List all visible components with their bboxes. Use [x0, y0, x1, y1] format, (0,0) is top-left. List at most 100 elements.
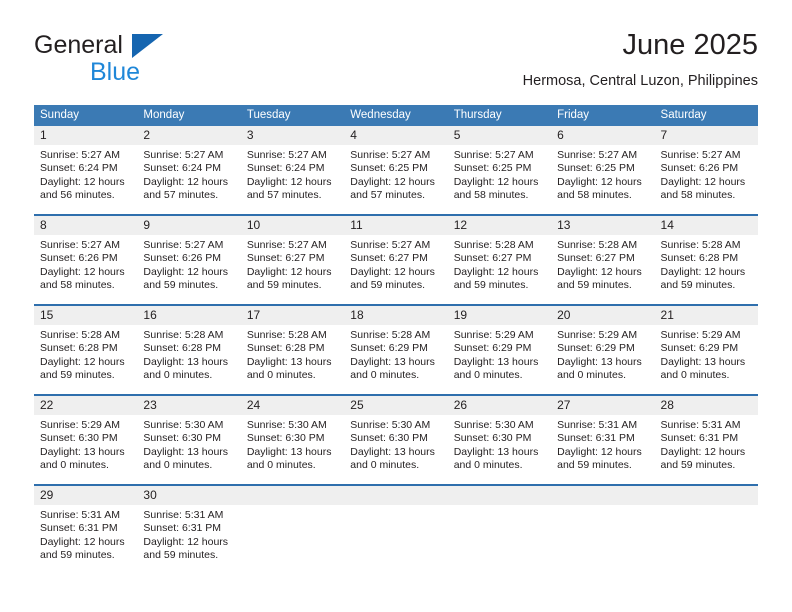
calendar-day-cell[interactable]: 10 Sunrise: 5:27 AM Sunset: 6:27 PM Dayligh…: [240, 214, 345, 305]
daylight-text-line2: and 59 minutes.: [557, 279, 632, 292]
calendar-week-row: 15 Sunrise: 5:28 AM Sunset: 6:28 PM Dayligh…: [34, 304, 758, 395]
calendar-day-cell[interactable]: 7 Sunrise: 5:27 AM Sunset: 6:26 PM Daylight…: [654, 126, 758, 215]
day-number: 19: [447, 306, 552, 325]
calendar-day-cell[interactable]: 13 Sunrise: 5:28 AM Sunset: 6:27 PM Dayligh…: [551, 214, 655, 305]
calendar-day-cell[interactable]: 15 Sunrise: 5:28 AM Sunset: 6:28 PM Dayligh…: [34, 304, 138, 395]
calendar-day-cell[interactable]: 9 Sunrise: 5:27 AM Sunset: 6:26 PM Daylight…: [137, 214, 241, 305]
sunset-text: Sunset: 6:24 PM: [246, 162, 325, 175]
sunrise-text: Sunrise: 5:28 AM: [246, 329, 327, 341]
calendar-day-cell[interactable]: 4 Sunrise: 5:27 AM Sunset: 6:25 PM Daylight…: [344, 126, 448, 215]
calendar-day-cell[interactable]: 21 Sunrise: 5:29 AM Sunset: 6:29 PM Dayligh…: [654, 304, 758, 395]
daylight-text-line1: Daylight: 13 hours: [143, 355, 229, 368]
sunset-text: Sunset: 6:29 PM: [557, 342, 635, 355]
sunset-text: Sunset: 6:30 PM: [350, 432, 428, 445]
calendar-day-cell[interactable]: 25 Sunrise: 5:30 AM Sunset: 6:30 PM Dayligh…: [344, 394, 448, 485]
sunrise-text: Sunrise: 5:28 AM: [453, 239, 534, 251]
calendar-day-cell[interactable]: 30 Sunrise: 5:31 AM Sunset: 6:31 PM Dayligh…: [137, 484, 241, 574]
day-details: Sunrise: 5:27 AM Sunset: 6:26 PM Daylight:…: [34, 235, 137, 293]
daylight-text-line2: and 59 minutes.: [40, 369, 115, 382]
calendar-day-cell[interactable]: 8 Sunrise: 5:27 AM Sunset: 6:26 PM Daylight…: [34, 214, 138, 305]
day-details: Sunrise: 5:30 AM Sunset: 6:30 PM Daylight:…: [344, 415, 447, 473]
weekday-header-monday: Monday: [137, 105, 241, 126]
day-cell-inner: 30 Sunrise: 5:31 AM Sunset: 6:31 PM Dayligh…: [137, 486, 241, 574]
sunset-text: Sunset: 6:29 PM: [350, 342, 428, 355]
sunrise-text: Sunrise: 5:27 AM: [143, 239, 224, 251]
calendar-day-cell[interactable]: 2 Sunrise: 5:27 AM Sunset: 6:24 PM Daylight…: [137, 126, 241, 215]
calendar-day-cell[interactable]: 6 Sunrise: 5:27 AM Sunset: 6:25 PM Daylight…: [551, 126, 655, 215]
day-details: Sunrise: 5:31 AM Sunset: 6:31 PM Daylight:…: [655, 415, 758, 473]
day-number: 23: [137, 396, 241, 415]
day-details: Sunrise: 5:30 AM Sunset: 6:30 PM Daylight:…: [241, 415, 344, 473]
sunset-text: Sunset: 6:30 PM: [143, 432, 222, 445]
daylight-text-line1: Daylight: 12 hours: [40, 535, 125, 548]
day-cell-inner: 5 Sunrise: 5:27 AM Sunset: 6:25 PM Daylight…: [447, 126, 552, 214]
sunset-text: Sunset: 6:27 PM: [350, 252, 428, 265]
sunrise-text: Sunrise: 5:27 AM: [143, 149, 224, 161]
day-details: Sunrise: 5:31 AM Sunset: 6:31 PM Daylight:…: [137, 505, 240, 563]
calendar-day-cell: [654, 484, 758, 574]
daylight-text-line2: and 59 minutes.: [557, 459, 632, 472]
calendar-day-cell[interactable]: 23 Sunrise: 5:30 AM Sunset: 6:30 PM Dayligh…: [137, 394, 241, 485]
day-number: 16: [137, 306, 241, 325]
daylight-text-line1: Daylight: 12 hours: [40, 265, 125, 278]
calendar-day-cell[interactable]: 3 Sunrise: 5:27 AM Sunset: 6:24 PM Daylight…: [240, 126, 345, 215]
day-number: 8: [34, 216, 138, 235]
calendar-day-cell[interactable]: 19 Sunrise: 5:29 AM Sunset: 6:29 PM Dayligh…: [447, 304, 552, 395]
day-details: Sunrise: 5:27 AM Sunset: 6:24 PM Daylight:…: [137, 145, 240, 203]
calendar-day-cell[interactable]: 11 Sunrise: 5:27 AM Sunset: 6:27 PM Dayligh…: [344, 214, 448, 305]
sunset-text: Sunset: 6:31 PM: [557, 432, 635, 445]
daylight-text-line2: and 59 minutes.: [350, 279, 425, 292]
calendar-day-cell[interactable]: 14 Sunrise: 5:28 AM Sunset: 6:28 PM Dayligh…: [654, 214, 758, 305]
calendar-day-cell[interactable]: 1 Sunrise: 5:27 AM Sunset: 6:24 PM Daylight…: [34, 126, 138, 215]
calendar-page: General Blue June 2025 Hermosa, Central …: [0, 0, 792, 612]
calendar-day-cell[interactable]: 22 Sunrise: 5:29 AM Sunset: 6:30 PM Dayligh…: [34, 394, 138, 485]
sunset-text: Sunset: 6:24 PM: [40, 162, 118, 175]
sunset-text: Sunset: 6:31 PM: [143, 522, 222, 535]
calendar-day-cell[interactable]: 24 Sunrise: 5:30 AM Sunset: 6:30 PM Dayligh…: [240, 394, 345, 485]
sunrise-text: Sunrise: 5:27 AM: [40, 149, 120, 161]
calendar-day-cell[interactable]: 18 Sunrise: 5:28 AM Sunset: 6:29 PM Dayligh…: [344, 304, 448, 395]
daylight-text-line2: and 58 minutes.: [557, 189, 632, 202]
day-cell-inner: 7 Sunrise: 5:27 AM Sunset: 6:26 PM Daylight…: [654, 126, 758, 214]
calendar-day-cell: [447, 484, 552, 574]
calendar-day-cell[interactable]: 17 Sunrise: 5:28 AM Sunset: 6:28 PM Dayligh…: [240, 304, 345, 395]
daylight-text-line2: and 56 minutes.: [40, 189, 115, 202]
day-cell-inner: 14 Sunrise: 5:28 AM Sunset: 6:28 PM Dayligh…: [654, 216, 758, 304]
calendar-day-cell[interactable]: 16 Sunrise: 5:28 AM Sunset: 6:28 PM Dayligh…: [137, 304, 241, 395]
day-cell-inner: 2 Sunrise: 5:27 AM Sunset: 6:24 PM Daylight…: [137, 126, 241, 214]
daylight-text-line2: and 58 minutes.: [40, 279, 115, 292]
daylight-text-line1: Daylight: 12 hours: [350, 265, 435, 278]
calendar-day-cell[interactable]: 20 Sunrise: 5:29 AM Sunset: 6:29 PM Dayligh…: [551, 304, 655, 395]
sunset-text: Sunset: 6:26 PM: [40, 252, 118, 265]
daylight-text-line2: and 59 minutes.: [143, 279, 219, 292]
sunrise-text: Sunrise: 5:31 AM: [143, 509, 224, 521]
calendar-day-cell[interactable]: 5 Sunrise: 5:27 AM Sunset: 6:25 PM Daylight…: [447, 126, 552, 215]
daylight-text-line1: Daylight: 12 hours: [660, 175, 746, 188]
day-details: Sunrise: 5:27 AM Sunset: 6:25 PM Daylight:…: [448, 145, 551, 203]
sunset-text: Sunset: 6:25 PM: [557, 162, 635, 175]
sunrise-text: Sunrise: 5:27 AM: [350, 239, 431, 251]
sunrise-text: Sunrise: 5:28 AM: [350, 329, 431, 341]
calendar-day-cell[interactable]: 28 Sunrise: 5:31 AM Sunset: 6:31 PM Dayligh…: [654, 394, 758, 485]
day-cell-inner: 23 Sunrise: 5:30 AM Sunset: 6:30 PM Dayligh…: [137, 396, 241, 484]
day-cell-inner: 25 Sunrise: 5:30 AM Sunset: 6:30 PM Dayligh…: [344, 396, 448, 484]
day-number: 11: [344, 216, 448, 235]
day-number: 21: [654, 306, 758, 325]
day-number: 7: [654, 126, 758, 145]
daylight-text-line1: Daylight: 13 hours: [350, 355, 435, 368]
day-cell-inner: 17 Sunrise: 5:28 AM Sunset: 6:28 PM Dayligh…: [240, 306, 345, 394]
calendar-day-cell[interactable]: 27 Sunrise: 5:31 AM Sunset: 6:31 PM Dayligh…: [551, 394, 655, 485]
day-details: Sunrise: 5:27 AM Sunset: 6:24 PM Daylight:…: [34, 145, 137, 203]
day-cell-inner: [551, 486, 655, 574]
day-details: Sunrise: 5:28 AM Sunset: 6:28 PM Daylight:…: [241, 325, 344, 383]
day-details: Sunrise: 5:27 AM Sunset: 6:27 PM Daylight:…: [344, 235, 447, 293]
calendar-day-cell[interactable]: 12 Sunrise: 5:28 AM Sunset: 6:27 PM Dayligh…: [447, 214, 552, 305]
day-number: 28: [654, 396, 758, 415]
day-cell-inner: 20 Sunrise: 5:29 AM Sunset: 6:29 PM Dayligh…: [551, 306, 655, 394]
weekday-header-saturday: Saturday: [654, 105, 758, 126]
sunrise-text: Sunrise: 5:27 AM: [660, 149, 741, 161]
daylight-text-line2: and 59 minutes.: [143, 549, 219, 562]
calendar-day-cell[interactable]: 29 Sunrise: 5:31 AM Sunset: 6:31 PM Dayligh…: [34, 484, 138, 574]
calendar-day-cell[interactable]: 26 Sunrise: 5:30 AM Sunset: 6:30 PM Dayligh…: [447, 394, 552, 485]
daylight-text-line1: Daylight: 12 hours: [453, 265, 539, 278]
